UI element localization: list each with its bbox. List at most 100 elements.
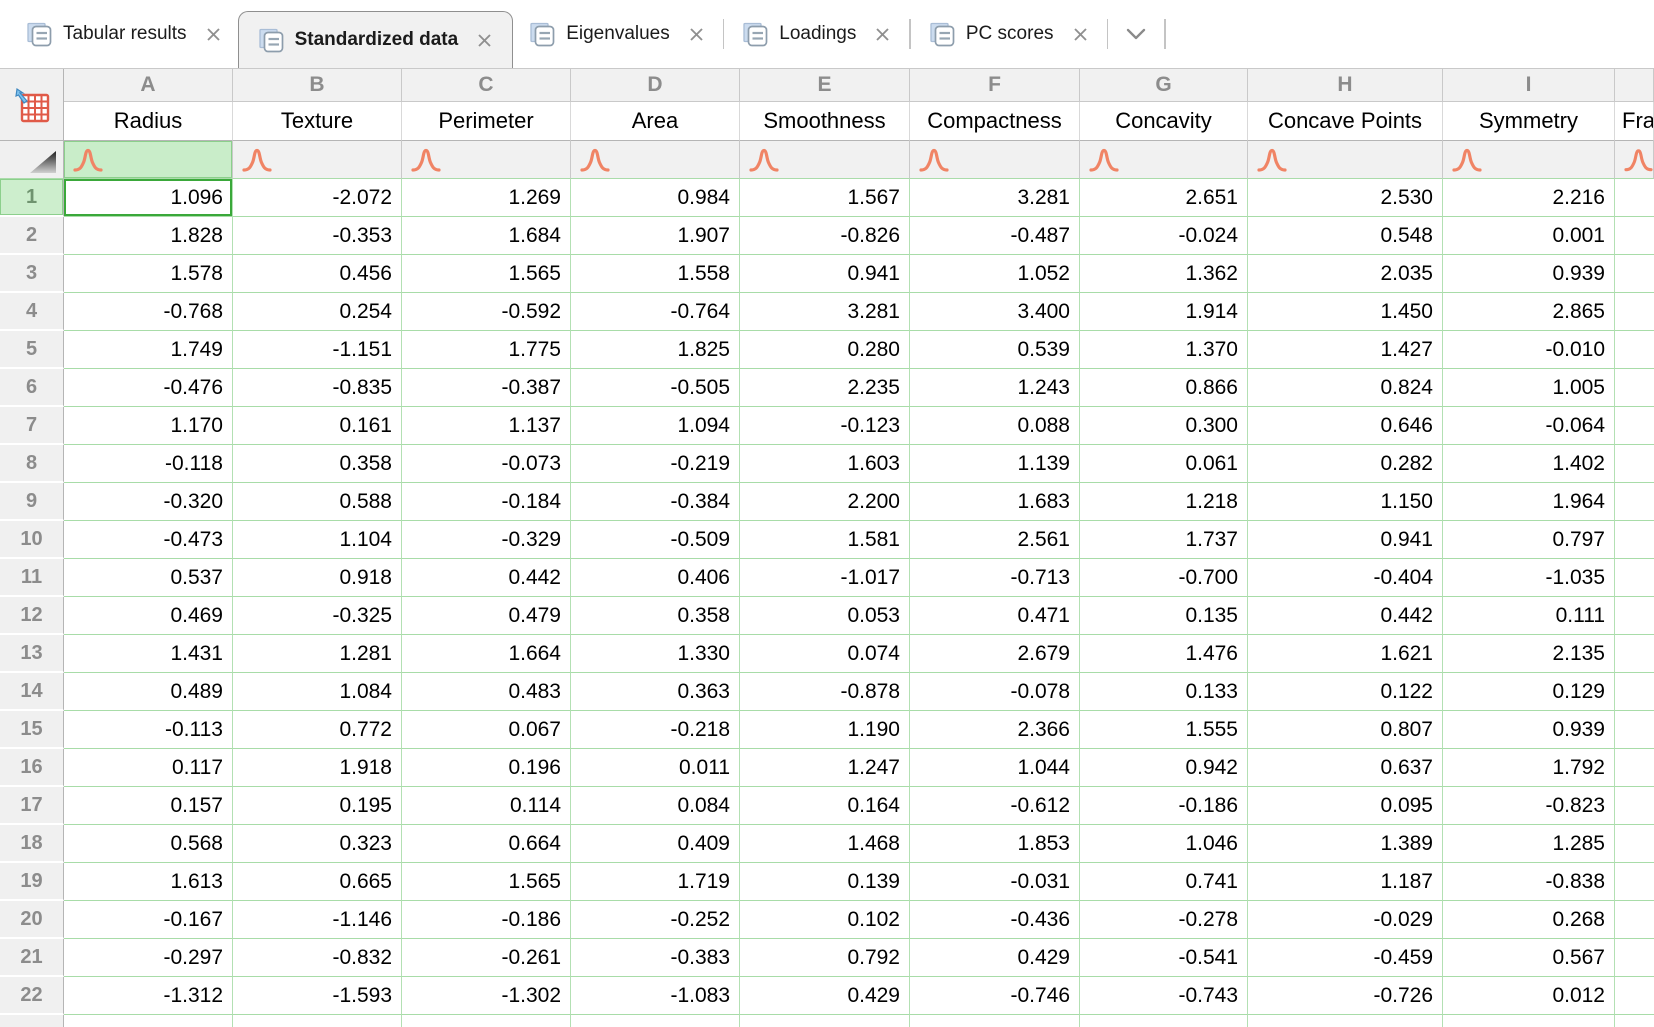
close-tab-icon[interactable]: [688, 26, 705, 43]
cell[interactable]: 2.235: [740, 369, 910, 407]
close-tab-icon[interactable]: [874, 26, 891, 43]
column-name-smoothness[interactable]: Smoothness: [740, 102, 910, 141]
column-header-D[interactable]: D: [571, 69, 740, 102]
cell[interactable]: 0.074: [740, 635, 910, 673]
cell[interactable]: 0.471: [910, 597, 1080, 635]
cell[interactable]: 1.825: [571, 331, 740, 369]
cell[interactable]: 0.406: [571, 559, 740, 597]
tab-loadings[interactable]: Loadings: [726, 0, 907, 68]
cell[interactable]: 1.170: [64, 407, 233, 445]
cell[interactable]: 0.196: [402, 749, 571, 787]
cell[interactable]: -0.838: [1443, 863, 1615, 901]
cell[interactable]: 0.012: [1443, 977, 1615, 1015]
cell[interactable]: 0.088: [910, 407, 1080, 445]
close-icon[interactable]: [688, 26, 705, 43]
cell[interactable]: 0.084: [571, 787, 740, 825]
cell[interactable]: 1.269: [402, 179, 571, 217]
cell[interactable]: 1.084: [233, 673, 402, 711]
cell[interactable]: 0.568: [64, 825, 233, 863]
cell-clipped[interactable]: [1615, 483, 1654, 521]
cell[interactable]: -0.459: [1248, 939, 1443, 977]
cell[interactable]: -0.219: [571, 445, 740, 483]
sparkline-cell[interactable]: [233, 141, 402, 179]
cell[interactable]: -1.151: [233, 331, 402, 369]
cell[interactable]: -0.764: [571, 293, 740, 331]
cell-clipped[interactable]: [1615, 369, 1654, 407]
close-tab-icon[interactable]: [1072, 26, 1089, 43]
column-name-texture[interactable]: Texture: [233, 102, 402, 141]
cell[interactable]: 0.483: [402, 673, 571, 711]
cell[interactable]: -0.118: [64, 445, 233, 483]
cell[interactable]: 2.216: [1443, 179, 1615, 217]
cell[interactable]: 0.164: [740, 787, 910, 825]
cell-partial[interactable]: [233, 1015, 402, 1027]
cell[interactable]: 0.442: [402, 559, 571, 597]
cell[interactable]: 0.139: [740, 863, 910, 901]
cell[interactable]: -0.476: [64, 369, 233, 407]
row-header[interactable]: 9: [0, 483, 64, 521]
cell[interactable]: 0.133: [1080, 673, 1248, 711]
cell[interactable]: 1.555: [1080, 711, 1248, 749]
cell[interactable]: -0.713: [910, 559, 1080, 597]
cell-clipped[interactable]: [1615, 255, 1654, 293]
column-name-area[interactable]: Area: [571, 102, 740, 141]
cell[interactable]: 0.537: [64, 559, 233, 597]
cell[interactable]: 0.918: [233, 559, 402, 597]
cell[interactable]: 1.565: [402, 863, 571, 901]
cell[interactable]: -1.302: [402, 977, 571, 1015]
close-icon[interactable]: [476, 32, 493, 49]
cell[interactable]: 2.035: [1248, 255, 1443, 293]
column-name-symmetry[interactable]: Symmetry: [1443, 102, 1615, 141]
close-icon[interactable]: [874, 26, 891, 43]
cell[interactable]: 0.429: [910, 939, 1080, 977]
cell[interactable]: 0.807: [1248, 711, 1443, 749]
cell[interactable]: -0.029: [1248, 901, 1443, 939]
cell[interactable]: -0.073: [402, 445, 571, 483]
cell[interactable]: -0.297: [64, 939, 233, 977]
tab-tabular-results[interactable]: Tabular results: [10, 0, 238, 68]
cell[interactable]: -0.384: [571, 483, 740, 521]
cell[interactable]: 3.281: [740, 293, 910, 331]
cell-clipped[interactable]: [1615, 787, 1654, 825]
tab-overflow-chevron-icon[interactable]: [1110, 26, 1162, 42]
cell[interactable]: 2.135: [1443, 635, 1615, 673]
cell[interactable]: 1.853: [910, 825, 1080, 863]
cell[interactable]: 0.984: [571, 179, 740, 217]
cell[interactable]: 1.476: [1080, 635, 1248, 673]
cell[interactable]: 1.621: [1248, 635, 1443, 673]
cell[interactable]: -0.826: [740, 217, 910, 255]
column-header-F[interactable]: F: [910, 69, 1080, 102]
cell[interactable]: 0.129: [1443, 673, 1615, 711]
close-icon[interactable]: [1072, 26, 1089, 43]
cell-clipped[interactable]: [1615, 673, 1654, 711]
column-header-G[interactable]: G: [1080, 69, 1248, 102]
cell-clipped[interactable]: [1615, 749, 1654, 787]
row-header[interactable]: 14: [0, 673, 64, 711]
cell[interactable]: -0.746: [910, 977, 1080, 1015]
column-header-B[interactable]: B: [233, 69, 402, 102]
cell[interactable]: 0.363: [571, 673, 740, 711]
sparkline-cell[interactable]: [1443, 141, 1615, 179]
select-all-corner[interactable]: [0, 69, 64, 141]
cell[interactable]: 0.479: [402, 597, 571, 635]
cell[interactable]: 1.749: [64, 331, 233, 369]
cell[interactable]: -0.768: [64, 293, 233, 331]
cell-clipped[interactable]: [1615, 825, 1654, 863]
column-name-compactness[interactable]: Compactness: [910, 102, 1080, 141]
cell[interactable]: 0.797: [1443, 521, 1615, 559]
close-icon[interactable]: [205, 26, 222, 43]
selected-cell[interactable]: 1.096: [64, 179, 233, 217]
cell[interactable]: -0.383: [571, 939, 740, 977]
cell-clipped[interactable]: [1615, 521, 1654, 559]
cell[interactable]: 1.683: [910, 483, 1080, 521]
row-header[interactable]: 22: [0, 977, 64, 1015]
cell[interactable]: 2.679: [910, 635, 1080, 673]
cell[interactable]: 1.402: [1443, 445, 1615, 483]
cell[interactable]: -0.823: [1443, 787, 1615, 825]
cell[interactable]: 0.824: [1248, 369, 1443, 407]
cell[interactable]: 0.567: [1443, 939, 1615, 977]
cell[interactable]: -0.218: [571, 711, 740, 749]
cell[interactable]: 0.102: [740, 901, 910, 939]
cell[interactable]: -2.072: [233, 179, 402, 217]
cell[interactable]: 1.613: [64, 863, 233, 901]
